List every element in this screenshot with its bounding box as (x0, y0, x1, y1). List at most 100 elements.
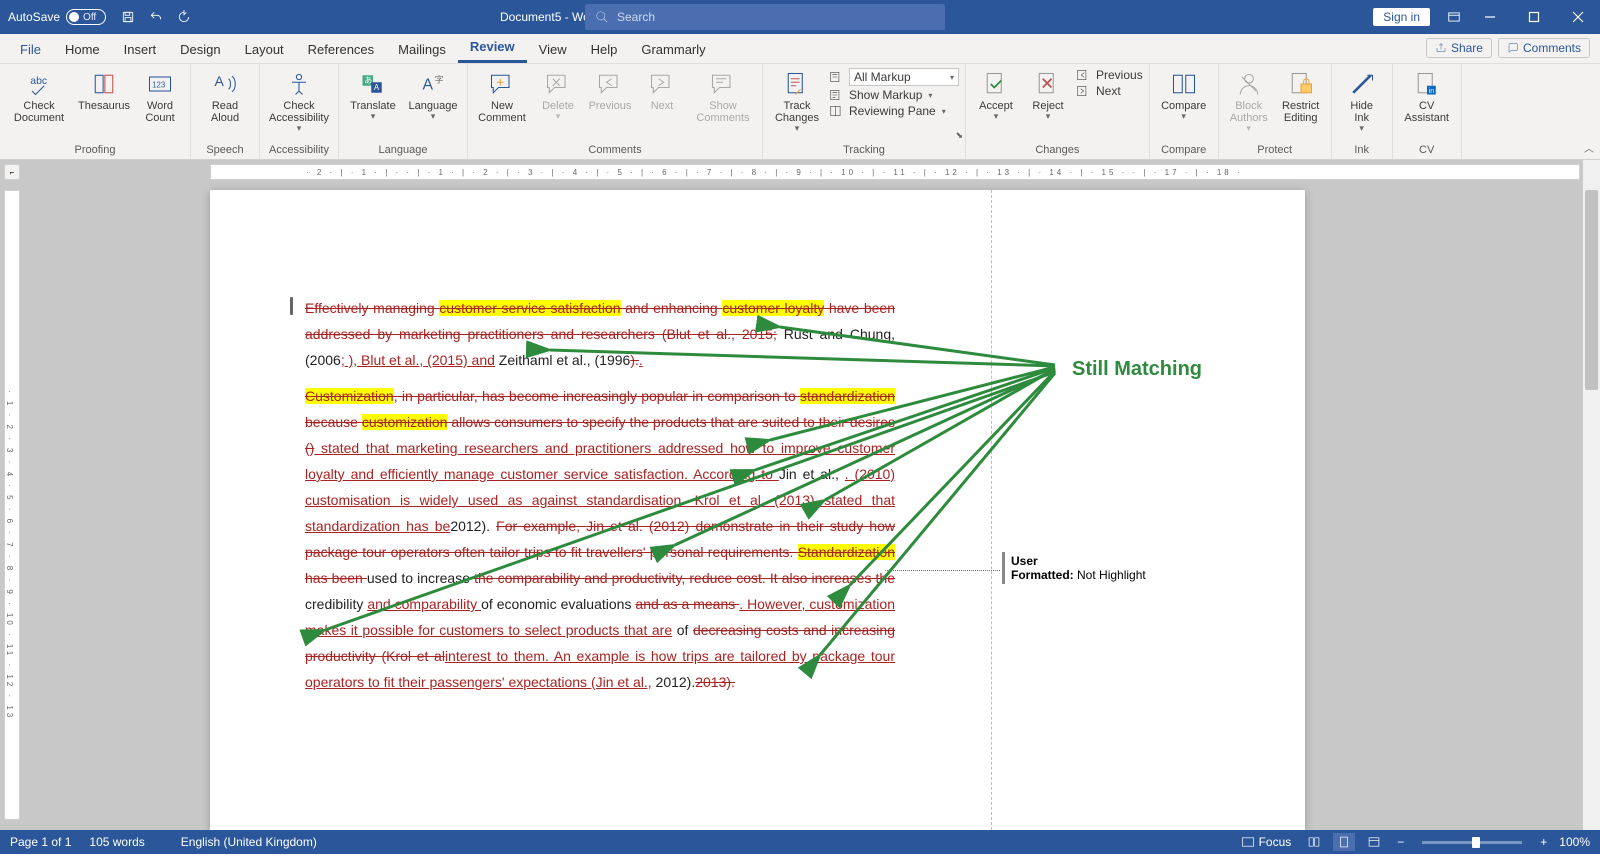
accept-button[interactable]: Accept▾ (972, 68, 1020, 122)
show-comments-button: Show Comments (690, 68, 756, 124)
svg-text:A: A (215, 73, 225, 89)
track-changes-button[interactable]: Track Changes▾ (769, 68, 825, 134)
autosave-label: AutoSave (8, 10, 60, 24)
word-count-indicator[interactable]: 105 words (89, 835, 144, 849)
undo-icon[interactable] (142, 3, 170, 31)
search-icon (595, 10, 609, 24)
reject-button[interactable]: Reject▾ (1024, 68, 1072, 122)
document-content[interactable]: Effectively managing customer service sa… (305, 295, 895, 705)
tab-grammarly[interactable]: Grammarly (629, 36, 717, 63)
search-box[interactable]: Search (585, 4, 945, 30)
read-mode-icon[interactable] (1303, 833, 1325, 851)
autosave-switch[interactable]: Off (66, 9, 106, 25)
thesaurus-button[interactable]: Thesaurus (76, 68, 132, 112)
comment-author: User (1011, 554, 1256, 568)
group-label: Proofing (6, 142, 184, 159)
group-comments: New Comment Delete▾ Previous Next Show C… (468, 64, 763, 159)
search-placeholder: Search (617, 10, 655, 24)
margin-boundary (991, 190, 992, 830)
revision-balloon[interactable]: User Formatted: Not Highlight (1002, 552, 1262, 584)
tab-design[interactable]: Design (168, 36, 232, 63)
print-layout-icon[interactable] (1333, 833, 1355, 851)
read-aloud-button[interactable]: ARead Aloud (197, 68, 253, 124)
delete-comment-button: Delete▾ (534, 68, 582, 122)
group-ink: Hide Ink▾ Ink (1332, 64, 1393, 159)
tab-help[interactable]: Help (579, 36, 630, 63)
svg-text:A: A (423, 76, 434, 93)
zoom-level[interactable]: 100% (1559, 835, 1590, 849)
svg-text:A: A (374, 83, 380, 92)
svg-text:あ: あ (364, 76, 372, 85)
vertical-scrollbar[interactable] (1583, 160, 1600, 830)
redo-icon[interactable] (170, 3, 198, 31)
svg-text:字: 字 (435, 73, 444, 84)
zoom-out-button[interactable]: − (1393, 833, 1408, 851)
focus-mode-button[interactable]: Focus (1237, 833, 1296, 851)
share-button[interactable]: Share (1426, 38, 1492, 58)
ribbon-display-icon[interactable] (1440, 3, 1468, 31)
paragraph-2: Customization, in particular, has become… (305, 383, 895, 695)
check-accessibility-button[interactable]: Check Accessibility▾ (266, 68, 332, 134)
document-area: ⌐ · 2 · | · 1 · | · · | · 1 · | · 2 · | … (0, 160, 1600, 830)
ribbon-tabs: File Home Insert Design Layout Reference… (0, 34, 1600, 64)
hide-ink-button[interactable]: Hide Ink▾ (1338, 68, 1386, 134)
translate-button[interactable]: あATranslate▾ (345, 68, 401, 122)
save-icon[interactable] (114, 3, 142, 31)
page[interactable]: Effectively managing customer service sa… (210, 190, 1305, 830)
comment-connector (885, 570, 1000, 571)
zoom-slider[interactable] (1422, 841, 1522, 844)
group-language: あATranslate▾ A字Language▾ Language (339, 64, 468, 159)
autosave-toggle[interactable]: AutoSave Off (0, 9, 114, 25)
horizontal-ruler[interactable]: · 2 · | · 1 · | · · | · 1 · | · 2 · | · … (210, 164, 1580, 180)
tab-references[interactable]: References (296, 36, 386, 63)
markup-mode-select[interactable]: All Markup▾ (829, 68, 959, 86)
status-bar: Page 1 of 1 105 words English (United Ki… (0, 830, 1600, 854)
new-comment-button[interactable]: New Comment (474, 68, 530, 124)
svg-text:in: in (1428, 88, 1434, 95)
comments-button[interactable]: Comments (1498, 38, 1590, 58)
show-markup-button[interactable]: Show Markup▾ (829, 88, 959, 102)
word-count-button[interactable]: 123Word Count (136, 68, 184, 124)
close-button[interactable] (1556, 0, 1600, 34)
paragraph-1: Effectively managing customer service sa… (305, 295, 895, 373)
language-indicator[interactable]: English (United Kingdom) (181, 835, 317, 849)
cv-assistant-button[interactable]: inCV Assistant (1399, 68, 1455, 124)
group-proofing: abcCheck Document Thesaurus 123Word Coun… (0, 64, 191, 159)
sign-in-button[interactable]: Sign in (1373, 8, 1430, 26)
scroll-thumb[interactable] (1585, 190, 1598, 390)
tab-mailings[interactable]: Mailings (386, 36, 458, 63)
restrict-editing-button[interactable]: Restrict Editing (1277, 68, 1325, 124)
zoom-in-button[interactable]: + (1536, 833, 1551, 851)
minimize-button[interactable] (1468, 0, 1512, 34)
vertical-ruler[interactable]: · 1 · 2 · 3 · 4 · 5 · 6 · 7 · 8 · 9 · 10… (4, 190, 20, 820)
tracking-dialog-launcher[interactable]: ⬊ (955, 130, 963, 141)
group-cv: inCV Assistant CV (1393, 64, 1462, 159)
group-changes: Accept▾ Reject▾ Previous Next Changes (966, 64, 1150, 159)
ribbon: abcCheck Document Thesaurus 123Word Coun… (0, 64, 1600, 160)
collapse-ribbon-icon[interactable]: ︿ (1584, 140, 1594, 155)
tab-view[interactable]: View (527, 36, 579, 63)
check-document-button[interactable]: abcCheck Document (6, 68, 72, 124)
text-cursor (290, 297, 293, 315)
svg-text:123: 123 (152, 81, 166, 90)
next-change-button[interactable]: Next (1076, 84, 1143, 98)
next-comment-button: Next (638, 68, 686, 112)
language-button[interactable]: A字Language▾ (405, 68, 461, 122)
page-indicator[interactable]: Page 1 of 1 (10, 835, 71, 849)
reviewing-pane-button[interactable]: Reviewing Pane▾ (829, 104, 959, 118)
tab-home[interactable]: Home (53, 36, 112, 63)
ruler-corner[interactable]: ⌐ (4, 164, 20, 180)
group-compare: Compare▾ Compare (1150, 64, 1219, 159)
tab-insert[interactable]: Insert (112, 36, 169, 63)
tab-review[interactable]: Review (458, 33, 527, 63)
tab-file[interactable]: File (8, 36, 53, 63)
web-layout-icon[interactable] (1363, 833, 1385, 851)
group-speech: ARead Aloud Speech (191, 64, 260, 159)
previous-change-button[interactable]: Previous (1076, 68, 1143, 82)
annotation-text: Still Matching (1072, 358, 1202, 381)
maximize-button[interactable] (1512, 0, 1556, 34)
group-tracking: Track Changes▾ All Markup▾ Show Markup▾ … (763, 64, 966, 159)
block-authors-button: Block Authors▾ (1225, 68, 1273, 134)
tab-layout[interactable]: Layout (233, 36, 296, 63)
compare-button[interactable]: Compare▾ (1156, 68, 1212, 122)
